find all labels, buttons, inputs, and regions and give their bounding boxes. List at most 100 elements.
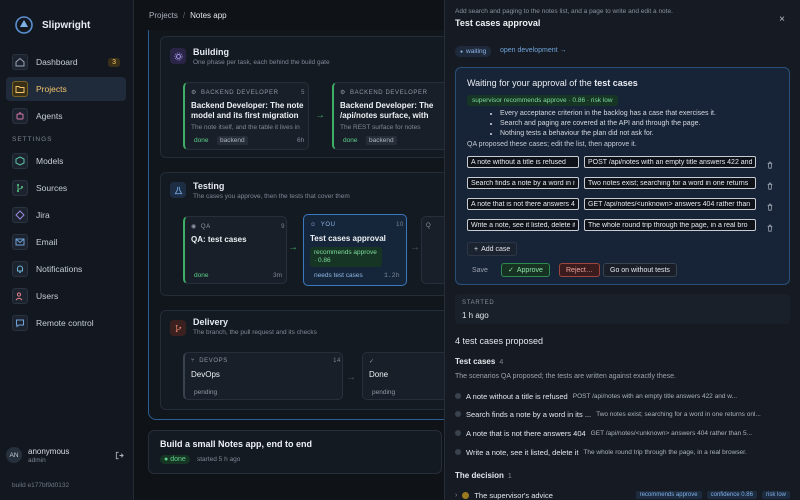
status-badge: needs test cases: [314, 272, 363, 279]
go-without-tests-button[interactable]: Go on without tests: [603, 263, 677, 277]
sidebar-item-remote-control[interactable]: Remote control: [6, 311, 126, 335]
proposed-note: QA proposed these cases; edit the list, …: [467, 141, 637, 148]
task-card-active[interactable]: ☺ YOU 10 Test cases approval recommends …: [303, 214, 407, 286]
arrow-right-icon: →: [410, 242, 420, 253]
task-card[interactable]: ⚙ BACKEND DEVELOPER 5 Backend Developer:…: [183, 82, 309, 150]
sidebar-item-sources[interactable]: Sources: [6, 176, 126, 200]
list-item-name: Write a note, see it listed, delete it: [466, 447, 579, 457]
branch-icon: [170, 320, 186, 336]
list-item[interactable]: A note that is not there answers 404 GET …: [455, 427, 790, 439]
card-number: 14: [333, 358, 341, 364]
sidebar-item-label: Projects: [36, 84, 67, 94]
sidebar-item-notifications[interactable]: Notifications: [6, 257, 126, 281]
mail-icon: [12, 234, 28, 250]
list-item[interactable]: Write a note, see it listed, delete it Th…: [455, 446, 790, 458]
save-button[interactable]: Save: [466, 263, 494, 277]
sidebar-item-dashboard[interactable]: Dashboard 3: [6, 50, 126, 74]
card-title: DevOps: [191, 370, 220, 379]
sidebar-item-email[interactable]: Email: [6, 230, 126, 254]
waiting-badge: ● waiting: [455, 46, 492, 57]
approval-title-prefix: Waiting for your approval of the: [467, 78, 592, 88]
trash-icon[interactable]: [765, 202, 775, 212]
list-item[interactable]: Search finds a note by a word in its ...…: [455, 408, 790, 420]
sidebar-item-models[interactable]: Models: [6, 149, 126, 173]
case-name-input[interactable]: [467, 198, 579, 210]
card-title: Done: [369, 370, 389, 379]
add-case-button[interactable]: + Add case: [467, 242, 518, 256]
bell-icon: [12, 261, 28, 277]
case-description-input[interactable]: [584, 198, 756, 210]
trash-icon[interactable]: [765, 160, 775, 170]
user-icon: ◉: [191, 224, 197, 230]
project-title: Build a small Notes app, end to end: [160, 439, 313, 449]
case-name-input[interactable]: [467, 177, 579, 189]
decision-heading: The decision 1: [455, 471, 512, 480]
sidebar-item-label: Email: [36, 237, 58, 247]
card-role: ⚙ BACKEND DEVELOPER: [340, 89, 444, 97]
task-card[interactable]: ◉ QA 9 QA: test cases done 3m: [183, 216, 287, 284]
dashboard-badge: 3: [108, 57, 120, 67]
user-menu[interactable]: AN anonymous admin: [6, 444, 128, 466]
gear-icon: [170, 48, 186, 64]
approve-button[interactable]: ✓ Approve: [501, 263, 550, 277]
status-badge: ● done: [160, 455, 190, 464]
card-number: 10: [396, 222, 404, 228]
task-card[interactable]: ⚙ BACKEND DEVELOPER Backend Developer: T…: [332, 82, 444, 150]
project-card[interactable]: Build a small Notes app, end to end ● do…: [148, 430, 442, 474]
advice-row[interactable]: › The supervisor's advice recommends app…: [455, 489, 790, 500]
logout-icon[interactable]: [115, 451, 124, 460]
case-description-input[interactable]: [584, 177, 756, 189]
recommendation-badge: supervisor recommends approve · 0.86 · r…: [467, 95, 618, 106]
card-number: 9: [281, 223, 285, 230]
card-role-text: DEVOPS: [199, 358, 228, 364]
sidebar-item-agents[interactable]: Agents: [6, 104, 126, 128]
case-description-input[interactable]: [584, 156, 756, 168]
brand[interactable]: Slipwright: [14, 13, 134, 37]
check-icon: ✓: [369, 359, 375, 365]
home-icon: [12, 54, 28, 70]
started-value: 1 h ago: [462, 311, 489, 320]
arrow-right-icon: →: [346, 372, 356, 383]
sidebar-item-users[interactable]: Users: [6, 284, 126, 308]
jira-icon: [12, 207, 28, 223]
task-card[interactable]: ⑂ DEVOPS 14 DevOps pending: [183, 352, 343, 400]
sidebar-item-label: Sources: [36, 183, 68, 193]
stage-title: Delivery: [193, 317, 229, 327]
users-icon: [12, 288, 28, 304]
status-badge: pending: [372, 389, 396, 396]
test-cases-subtitle: The scenarios QA proposed; the tests are…: [455, 373, 677, 380]
settings-section-label: SETTINGS: [12, 136, 53, 143]
close-icon[interactable]: ×: [776, 13, 788, 25]
sidebar-item-jira[interactable]: Jira: [6, 203, 126, 227]
open-development-link[interactable]: open development →: [500, 47, 567, 54]
task-card[interactable]: ✓ Done pending: [362, 352, 444, 400]
dot-icon: ●: [460, 48, 464, 55]
task-card-partial[interactable]: Q: [421, 216, 444, 284]
decision-title: The decision: [455, 471, 504, 480]
advice-tag: confidence 0.86: [706, 491, 757, 499]
list-item[interactable]: A note without a title is refused POST /a…: [455, 390, 790, 402]
status-badge: done: [343, 137, 358, 144]
card-role: Q: [426, 223, 432, 229]
approve-label: Approve: [516, 266, 543, 274]
robot-icon: [12, 108, 28, 124]
card-time: 6h: [297, 137, 305, 144]
case-name-input[interactable]: [467, 219, 579, 231]
trash-icon[interactable]: [765, 223, 775, 233]
stage-subtitle: One phase per task, each behind the buil…: [193, 59, 330, 66]
reject-button[interactable]: Reject…: [559, 263, 600, 277]
breadcrumb-projects[interactable]: Projects: [149, 11, 178, 20]
stage-title: Testing: [193, 181, 225, 191]
arrow-right-icon: →: [288, 242, 298, 253]
flask-icon: [170, 182, 186, 198]
build-id: build e177bf9d0132: [12, 482, 70, 489]
trash-icon[interactable]: [765, 181, 775, 191]
case-name-input[interactable]: [467, 156, 579, 168]
sidebar-item-projects[interactable]: Projects: [6, 77, 126, 101]
folder-icon: [12, 81, 28, 97]
list-item-desc: Two notes exist; searching for a word in…: [596, 410, 761, 418]
list-item-name: A note that is not there answers 404: [466, 428, 586, 438]
case-description-input[interactable]: [584, 219, 756, 231]
sidebar-item-label: Models: [36, 156, 64, 166]
status-dot-icon: [455, 411, 461, 417]
